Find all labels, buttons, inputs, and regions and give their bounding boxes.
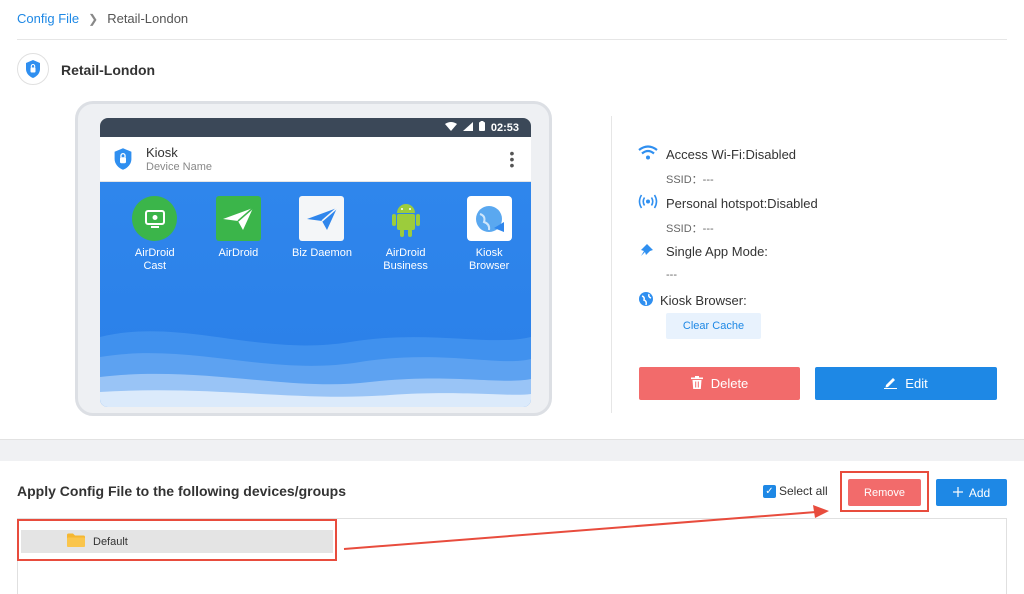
kiosk-subtitle: Device Name (146, 161, 213, 173)
wifi-info: Access Wi-Fi:Disabled SSID：--- (638, 145, 796, 187)
app-label: Kiosk Browser (469, 247, 510, 272)
app-airdroid: AirDroid (197, 196, 281, 273)
status-bar: 02:53 (100, 118, 531, 137)
device-preview: 02:53 Kiosk Device Name • • • AirDroid C… (75, 101, 552, 416)
header-divider (17, 39, 1007, 40)
app-grid-area: AirDroid Cast AirDroid Biz Daemon AirDro… (100, 182, 531, 407)
trash-icon (690, 375, 703, 392)
edit-button[interactable]: Edit (815, 367, 997, 400)
edit-label: Edit (905, 376, 928, 391)
breadcrumb-current: Retail-London (107, 11, 189, 26)
device-screen: 02:53 Kiosk Device Name • • • AirDroid C… (100, 118, 531, 407)
app-label: Biz Daemon (292, 247, 352, 259)
kiosk-browser-icon (466, 196, 512, 241)
hotspot-icon (638, 194, 658, 212)
wifi-icon (638, 145, 658, 163)
kiosk-shield-icon (112, 147, 134, 176)
page-title: Retail-London (61, 62, 156, 78)
kiosk-browser-label: Kiosk Browser: (660, 293, 747, 308)
add-label: Add (968, 485, 991, 500)
select-all-checkbox[interactable]: ✓ Select all (763, 484, 828, 498)
app-label: AirDroid (218, 247, 259, 259)
app-biz-daemon: Biz Daemon (280, 196, 364, 273)
status-time: 02:53 (490, 121, 519, 134)
breadcrumb-config-file-link[interactable]: Config File (17, 11, 79, 26)
hotspot-info: Personal hotspot:Disabled SSID：--- (638, 194, 818, 236)
group-annotation-box (17, 519, 337, 561)
hotspot-status: Personal hotspot:Disabled (666, 195, 818, 211)
airdroid-cast-icon (132, 196, 178, 241)
single-app-label: Single App Mode: (666, 244, 768, 259)
hotspot-ssid: SSID：--- (666, 223, 714, 235)
pin-icon (638, 242, 658, 261)
delete-label: Delete (710, 376, 749, 391)
globe-icon (638, 291, 654, 310)
app-list: AirDroid Cast AirDroid Biz Daemon AirDro… (100, 196, 531, 273)
app-airdroid-cast: AirDroid Cast (113, 196, 197, 273)
wifi-signal-icon (444, 121, 457, 134)
app-label: AirDroid Cast (134, 247, 175, 272)
app-label: AirDroid Business (383, 247, 428, 272)
app-kiosk-browser: Kiosk Browser (447, 196, 531, 273)
wave-background (100, 331, 531, 407)
chevron-right-icon: ❯ (88, 11, 99, 26)
kiosk-header: Kiosk Device Name • • • (100, 137, 531, 182)
biz-daemon-icon (299, 196, 345, 241)
kiosk-title: Kiosk (146, 145, 178, 160)
apply-section-title: Apply Config File to the following devic… (17, 483, 347, 499)
remove-annotation-box (840, 471, 929, 512)
add-button[interactable]: Add (936, 479, 1007, 506)
android-icon (383, 196, 428, 241)
single-app-info: Single App Mode: --- (638, 242, 768, 281)
delete-button[interactable]: Delete (639, 367, 800, 400)
browser-info: Kiosk Browser: (638, 291, 747, 310)
wifi-ssid: SSID：--- (666, 174, 714, 186)
checkbox-checked-icon[interactable]: ✓ (763, 484, 776, 498)
config-shield-icon (17, 53, 49, 85)
pencil-icon (884, 376, 898, 392)
vertical-divider (611, 116, 612, 413)
app-airdroid-business: AirDroid Business (364, 196, 448, 273)
section-separator (0, 439, 1024, 461)
plus-icon (952, 486, 963, 500)
more-vertical-icon: • • • (509, 145, 515, 173)
breadcrumb: Config File ❯ Retail-London (17, 11, 188, 26)
cell-signal-icon (462, 121, 473, 134)
clear-cache-button[interactable]: Clear Cache (666, 313, 761, 339)
wifi-status: Access Wi-Fi:Disabled (666, 146, 797, 162)
single-app-value: --- (666, 269, 677, 281)
select-all-label: Select all (779, 484, 828, 498)
airdroid-icon (215, 196, 261, 241)
battery-icon (478, 121, 485, 134)
